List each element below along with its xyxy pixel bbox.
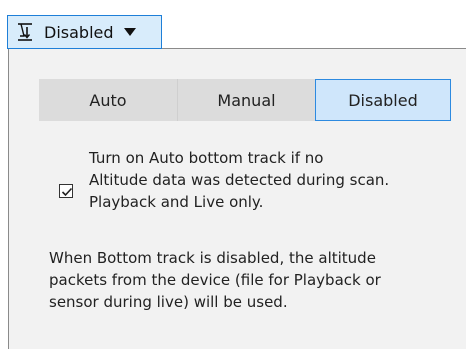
bottom-track-settings: Auto Manual Disabled Turn on Auto bottom… [0, 0, 466, 349]
auto-track-description: Turn on Auto bottom track if no Altitude… [89, 147, 466, 213]
note-line2: packets from the device (file for Playba… [49, 271, 381, 289]
note-line1: When Bottom track is disabled, the altit… [49, 249, 376, 267]
note-line3: sensor during live) will be used. [49, 293, 288, 311]
mode-manual-button[interactable]: Manual [177, 79, 315, 121]
auto-track-checkbox[interactable] [59, 184, 73, 198]
chevron-down-icon [123, 28, 136, 36]
disabled-note: When Bottom track is disabled, the altit… [49, 247, 459, 313]
auto-track-text-line2: Altitude data was detected during scan. [89, 171, 390, 189]
auto-track-text-line1: Turn on Auto bottom track if no [89, 149, 324, 167]
auto-track-text-line3: Playback and Live only. [89, 193, 264, 211]
dropdown-label: Disabled [44, 22, 114, 42]
settings-popup-panel: Auto Manual Disabled Turn on Auto bottom… [8, 48, 466, 349]
bottom-track-dropdown[interactable]: Disabled [7, 15, 162, 49]
mode-auto-button[interactable]: Auto [39, 79, 177, 121]
bottom-track-icon [14, 20, 38, 44]
mode-disabled-button[interactable]: Disabled [315, 79, 451, 121]
mode-segmented-control: Auto Manual Disabled [39, 79, 451, 121]
checkmark-icon [61, 187, 73, 197]
